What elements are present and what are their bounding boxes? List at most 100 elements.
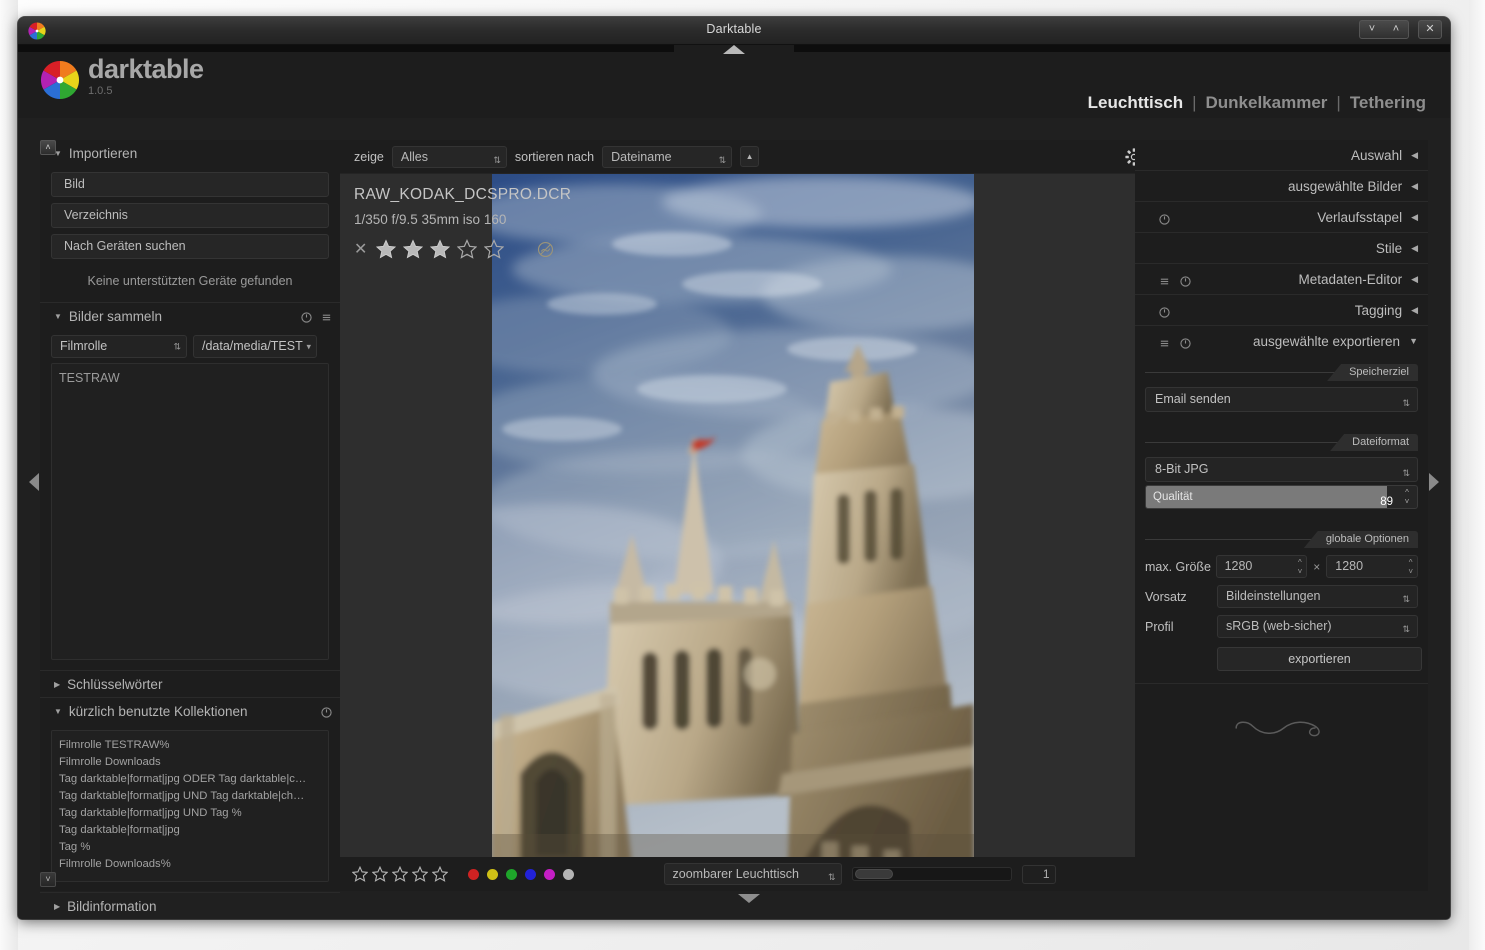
maxsize-width-input[interactable]: 1280 ^ ˅: [1215, 555, 1308, 578]
reset-icon[interactable]: [1159, 305, 1170, 318]
header-collapse-arrow-icon[interactable]: [723, 45, 745, 54]
window-minmax-group[interactable]: ˅ ˄: [1359, 20, 1409, 39]
maxsize-height-stepper[interactable]: ^ ˅: [1408, 558, 1413, 576]
desktop-left-glow: [0, 0, 18, 950]
bottom-panel-collapse-arrow-icon[interactable]: [737, 894, 760, 903]
filter-star-3[interactable]: [391, 865, 409, 882]
module-collect-header[interactable]: ▼ Bilder sammeln: [40, 303, 340, 329]
list-item[interactable]: Tag darktable|format|jpg: [59, 822, 321, 839]
import-image-button[interactable]: Bild: [51, 172, 329, 197]
module-import-header[interactable]: ▼ Importieren: [40, 140, 340, 166]
presets-icon[interactable]: [1159, 336, 1170, 347]
scan-devices-button[interactable]: Nach Geräten suchen: [51, 234, 329, 259]
export-button[interactable]: exportieren: [1217, 647, 1422, 671]
color-label-yellow[interactable]: [487, 868, 498, 880]
list-item[interactable]: Filmrolle Downloads: [59, 754, 321, 771]
sort-direction-button[interactable]: ▲: [740, 146, 760, 167]
filter-select[interactable]: Alles ⇅: [391, 145, 507, 168]
collect-path-select[interactable]: /data/media/TEST ▾: [193, 335, 317, 358]
list-item[interactable]: Tag darktable|format|jpg UND Tag darktab…: [59, 788, 321, 805]
module-export-header[interactable]: ausgewählte exportieren ▼: [1135, 326, 1428, 356]
import-folder-button[interactable]: Verzeichnis: [51, 203, 329, 228]
export-quality-slider[interactable]: Qualität 89 ^ ˅: [1145, 485, 1418, 509]
list-item[interactable]: Tag %: [59, 839, 321, 856]
list-item[interactable]: Tag darktable|format|jpg ODER Tag darkta…: [59, 771, 321, 788]
list-item[interactable]: Tag darktable|format|jpg UND Tag %: [59, 805, 321, 822]
export-target-select[interactable]: Email senden ⇅: [1145, 387, 1418, 412]
filter-star-5[interactable]: [431, 865, 449, 882]
thumbnail-image[interactable]: [492, 174, 974, 864]
filter-star-4[interactable]: [411, 865, 429, 882]
layout-select[interactable]: zoombarer Leuchttisch ⇅: [663, 863, 842, 885]
maxsize-width-stepper[interactable]: ^ ˅: [1298, 558, 1303, 576]
color-label-red[interactable]: [468, 868, 479, 880]
thumbnail-cell[interactable]: RAW_KODAK_DCSPRO.DCR 1/350 f/9.5 35mm is…: [340, 174, 1157, 864]
chevron-left-icon: ◀: [1411, 273, 1418, 284]
module-imageinfo-header[interactable]: ▶ Bildinformation: [40, 893, 340, 919]
quality-stepper[interactable]: ^ ˅: [1397, 486, 1417, 508]
view-tab-lighttable[interactable]: Leuchttisch: [1088, 93, 1183, 113]
view-tab-darkroom[interactable]: Dunkelkammer: [1206, 93, 1328, 113]
module-selection-header[interactable]: Auswahl ◀: [1135, 140, 1428, 170]
color-label-green[interactable]: [506, 868, 517, 880]
export-format-select[interactable]: 8-Bit JPG ⇅: [1145, 457, 1418, 482]
collect-criteria-select[interactable]: Filmrolle ⇅: [51, 335, 187, 358]
minimize-button[interactable]: ˅: [1360, 21, 1384, 38]
maxsize-height-input[interactable]: 1280 ^ ˅: [1326, 555, 1418, 578]
module-recent-title: kürzlich benutzte Kollektionen: [68, 703, 248, 719]
zoom-slider[interactable]: [851, 867, 1012, 881]
rating-star-3[interactable]: [430, 239, 451, 259]
reset-icon[interactable]: [1180, 336, 1191, 349]
zoom-slider-knob[interactable]: [854, 869, 893, 879]
right-panel-collapse-arrow-icon[interactable]: [1427, 471, 1441, 493]
color-label-blue[interactable]: [525, 868, 536, 880]
image-rating[interactable]: ✕: [354, 239, 571, 259]
module-keywords-header[interactable]: ▶ Schlüsselwörter: [40, 671, 340, 697]
altered-icon[interactable]: [537, 241, 554, 258]
stepper-up-icon[interactable]: ^: [1405, 488, 1409, 497]
module-selected-images-header[interactable]: ausgewählte Bilder ◀: [1135, 171, 1428, 201]
reset-icon[interactable]: [321, 706, 332, 718]
reset-icon[interactable]: [301, 311, 312, 323]
close-button[interactable]: ✕: [1418, 20, 1442, 39]
collect-path-value: /data/media/TEST: [202, 339, 303, 353]
list-item[interactable]: Filmrolle Downloads%: [59, 856, 321, 873]
module-imageinfo-title: Bildinformation: [67, 898, 157, 914]
module-styles-header[interactable]: Stile ◀: [1135, 233, 1428, 263]
reset-icon[interactable]: [1159, 212, 1170, 225]
reject-icon[interactable]: ✕: [354, 239, 367, 259]
rating-filter[interactable]: [351, 865, 449, 882]
maximize-button[interactable]: ˄: [1384, 21, 1408, 38]
rating-star-5[interactable]: [484, 239, 505, 259]
recent-collections-list[interactable]: Filmrolle TESTRAW% Filmrolle Downloads T…: [51, 730, 329, 882]
prefix-select[interactable]: Bildeinstellungen ⇅: [1217, 585, 1418, 608]
filter-star-2[interactable]: [371, 865, 389, 882]
color-label-grey[interactable]: [563, 868, 574, 880]
module-metadata-editor-header[interactable]: Metadaten-Editor ◀: [1135, 264, 1428, 294]
left-panel-toggle-bottom[interactable]: ˅: [40, 872, 56, 887]
module-collect-title: Bilder sammeln: [68, 308, 162, 324]
view-tab-tethering[interactable]: Tethering: [1350, 93, 1426, 113]
list-item[interactable]: TESTRAW: [59, 370, 321, 387]
color-label-purple[interactable]: [544, 868, 555, 880]
module-recent-header[interactable]: ▼ kürzlich benutzte Kollektionen: [40, 698, 340, 724]
module-tagging-header[interactable]: Tagging ◀: [1135, 295, 1428, 325]
left-panel-collapse-arrow-icon[interactable]: [27, 471, 41, 493]
collect-results-list[interactable]: TESTRAW: [51, 363, 329, 660]
list-item[interactable]: Filmrolle TESTRAW%: [59, 737, 321, 754]
export-format-section: Dateiformat: [1145, 434, 1418, 451]
reset-icon[interactable]: [1180, 274, 1191, 287]
profile-select[interactable]: sRGB (web-sicher) ⇅: [1217, 615, 1418, 638]
rating-star-2[interactable]: [403, 239, 424, 259]
presets-icon[interactable]: [321, 311, 332, 322]
zoom-level-value[interactable]: 1: [1021, 864, 1056, 884]
filter-star-1[interactable]: [351, 865, 369, 882]
stepper-down-icon[interactable]: ˅: [1405, 497, 1410, 506]
left-panel-toggle-top[interactable]: ˄: [40, 140, 56, 155]
rating-star-4[interactable]: [457, 239, 478, 259]
module-metadata-editor-title: Metadaten-Editor: [1298, 271, 1403, 287]
rating-star-1[interactable]: [376, 239, 397, 259]
module-history-stack-header[interactable]: Verlaufsstapel ◀: [1135, 202, 1428, 232]
sort-select[interactable]: Dateiname ⇅: [602, 145, 733, 168]
presets-icon[interactable]: [1159, 274, 1170, 285]
